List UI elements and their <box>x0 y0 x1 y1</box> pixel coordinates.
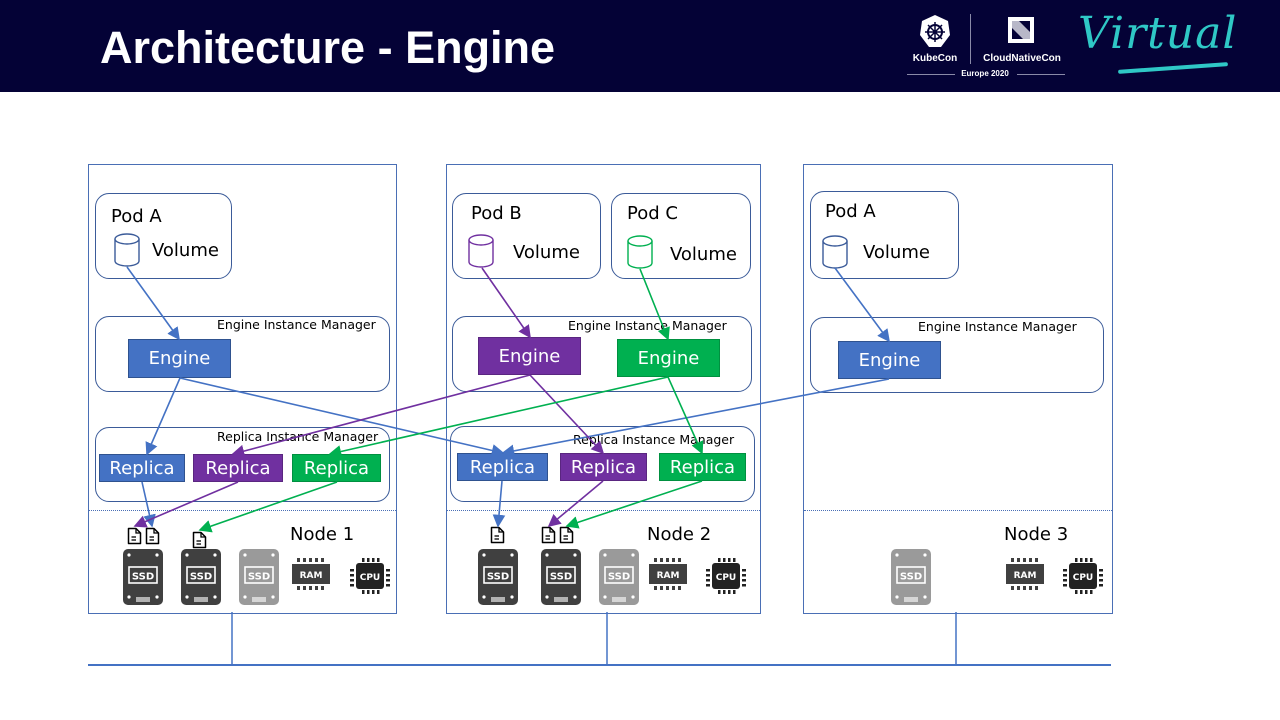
network-bus <box>88 612 1111 666</box>
